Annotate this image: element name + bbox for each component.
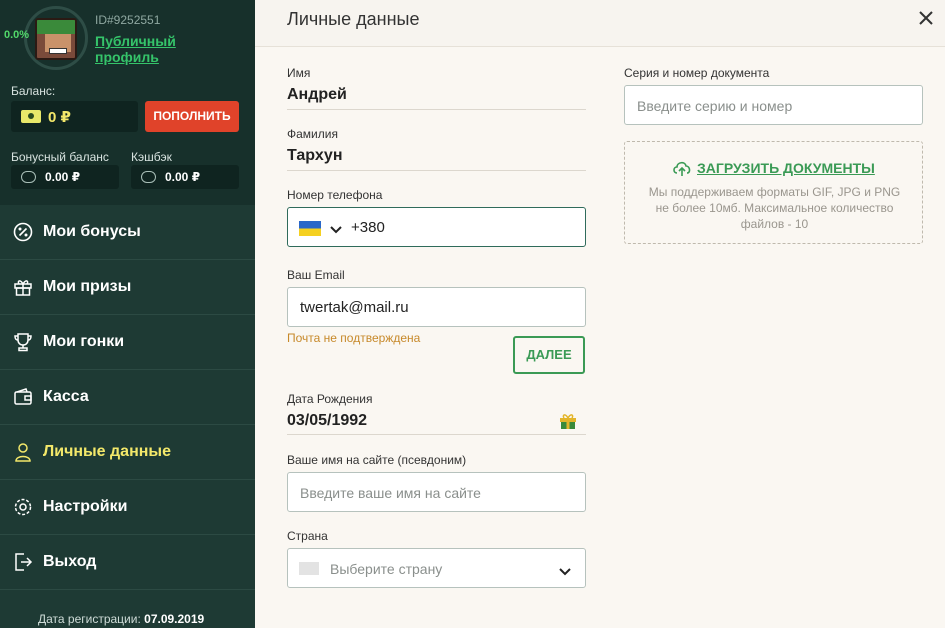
logout-icon — [13, 552, 33, 572]
registration-label: Дата регистрации: — [38, 612, 141, 626]
registration-info: Дата регистрации: 07.09.2019 — [38, 612, 204, 626]
bonus-balance-value: 0.00 ₽ — [45, 170, 81, 184]
email-value: twertak@mail.ru — [300, 299, 409, 316]
menu-item-label: Мои гонки — [43, 333, 125, 350]
flag-placeholder-icon — [299, 562, 319, 575]
chevron-down-icon[interactable] — [558, 564, 572, 582]
document-placeholder: Введите серию и номер — [637, 98, 793, 114]
document-label: Серия и номер документа — [624, 66, 770, 80]
panel-header: Личные данные — [255, 0, 945, 47]
cashback-value: 0.00 ₽ — [165, 170, 201, 184]
menu-item-label: Мои бонусы — [43, 223, 141, 240]
progress-percent: 0.0% — [4, 29, 30, 41]
chevron-down-icon[interactable] — [330, 222, 342, 240]
upload-hint: Мы поддерживаем форматы GIF, JPG и PNG н… — [648, 185, 901, 231]
gear-icon — [13, 497, 33, 517]
cashback-box: 0.00 ₽ — [131, 165, 239, 189]
birth-date-label: Дата Рождения — [287, 392, 373, 406]
phone-value: +380 — [351, 219, 385, 236]
public-profile-link[interactable]: Публичный профиль — [95, 33, 215, 65]
menu-item-personal-data[interactable]: Личные данные — [0, 425, 255, 480]
user-id: ID#9252551 — [95, 13, 161, 27]
menu-item-label: Личные данные — [43, 443, 171, 460]
country-select[interactable]: Выберите страну — [287, 548, 586, 588]
ukraine-flag-icon[interactable] — [299, 221, 321, 236]
avatar[interactable] — [24, 6, 88, 70]
nickname-label: Ваше имя на сайте (псевдоним) — [287, 453, 467, 467]
last-name-value[interactable]: Тархун — [287, 147, 343, 165]
percent-icon — [13, 222, 33, 242]
menu-item-prizes[interactable]: Мои призы — [0, 260, 255, 315]
document-input[interactable]: Введите серию и номер — [624, 85, 923, 125]
menu-item-logout[interactable]: Выход — [0, 535, 255, 590]
money-icon — [21, 110, 41, 123]
divider — [287, 109, 586, 110]
country-label: Страна — [287, 529, 328, 543]
next-button[interactable]: ДАЛЕЕ — [513, 336, 585, 374]
page-title: Личные данные — [287, 9, 420, 29]
divider — [287, 170, 586, 171]
bonus-balance-label: Бонусный баланс — [11, 150, 109, 164]
menu-item-label: Мои призы — [43, 278, 132, 295]
coins-icon — [21, 171, 36, 183]
email-warning: Почта не подтверждена — [287, 331, 421, 345]
sidebar-menu: Мои бонусы Мои призы Мои гонки Касса Лич… — [0, 205, 255, 590]
avatar-image — [35, 18, 77, 60]
phone-input[interactable]: +380 — [287, 207, 586, 247]
menu-item-bonuses[interactable]: Мои бонусы — [0, 205, 255, 260]
cloud-upload-icon — [672, 159, 692, 177]
topup-button[interactable]: ПОПОЛНИТЬ — [145, 101, 239, 132]
birth-date-value[interactable]: 03/05/1992 — [287, 412, 367, 430]
divider — [287, 434, 586, 435]
user-icon — [13, 442, 33, 462]
wallet-icon — [13, 387, 33, 407]
first-name-label: Имя — [287, 66, 311, 80]
country-placeholder: Выберите страну — [330, 561, 443, 577]
close-icon[interactable] — [915, 7, 937, 29]
profile-panel: 0.0% ID#9252551 Публичный профиль Баланс… — [0, 0, 255, 205]
email-input[interactable]: twertak@mail.ru — [287, 287, 586, 327]
menu-item-settings[interactable]: Настройки — [0, 480, 255, 535]
menu-item-label: Касса — [43, 388, 89, 405]
menu-item-races[interactable]: Мои гонки — [0, 315, 255, 370]
registration-date: 07.09.2019 — [144, 612, 205, 626]
balance-label: Баланс: — [11, 84, 56, 98]
coins-icon — [141, 171, 156, 183]
bonus-balance-box: 0.00 ₽ — [11, 165, 119, 189]
menu-item-label: Выход — [43, 553, 97, 570]
upload-documents-label: ЗАГРУЗИТЬ ДОКУМЕНТЫ — [697, 160, 875, 176]
first-name-value[interactable]: Андрей — [287, 86, 347, 104]
sidebar: 0.0% ID#9252551 Публичный профиль Баланс… — [0, 0, 255, 628]
cashback-label: Кэшбэк — [131, 150, 172, 164]
trophy-icon — [13, 332, 33, 352]
nickname-placeholder: Введите ваше имя на сайте — [300, 485, 481, 501]
balance-box: 0 ₽ — [11, 101, 138, 132]
email-label: Ваш Email — [287, 268, 345, 282]
menu-item-label: Настройки — [43, 498, 128, 515]
upload-dropzone[interactable]: ЗАГРУЗИТЬ ДОКУМЕНТЫ Мы поддерживаем форм… — [624, 141, 923, 244]
personal-data-panel: Личные данные Имя Андрей Фамилия Тархун … — [255, 0, 945, 628]
menu-item-cashier[interactable]: Касса — [0, 370, 255, 425]
phone-label: Номер телефона — [287, 188, 383, 202]
gift-icon — [559, 412, 577, 430]
gift-icon — [13, 277, 33, 297]
balance-value: 0 ₽ — [48, 109, 71, 126]
nickname-input[interactable]: Введите ваше имя на сайте — [287, 472, 586, 512]
upload-documents-link[interactable]: ЗАГРУЗИТЬ ДОКУМЕНТЫ — [672, 159, 875, 177]
last-name-label: Фамилия — [287, 127, 338, 141]
